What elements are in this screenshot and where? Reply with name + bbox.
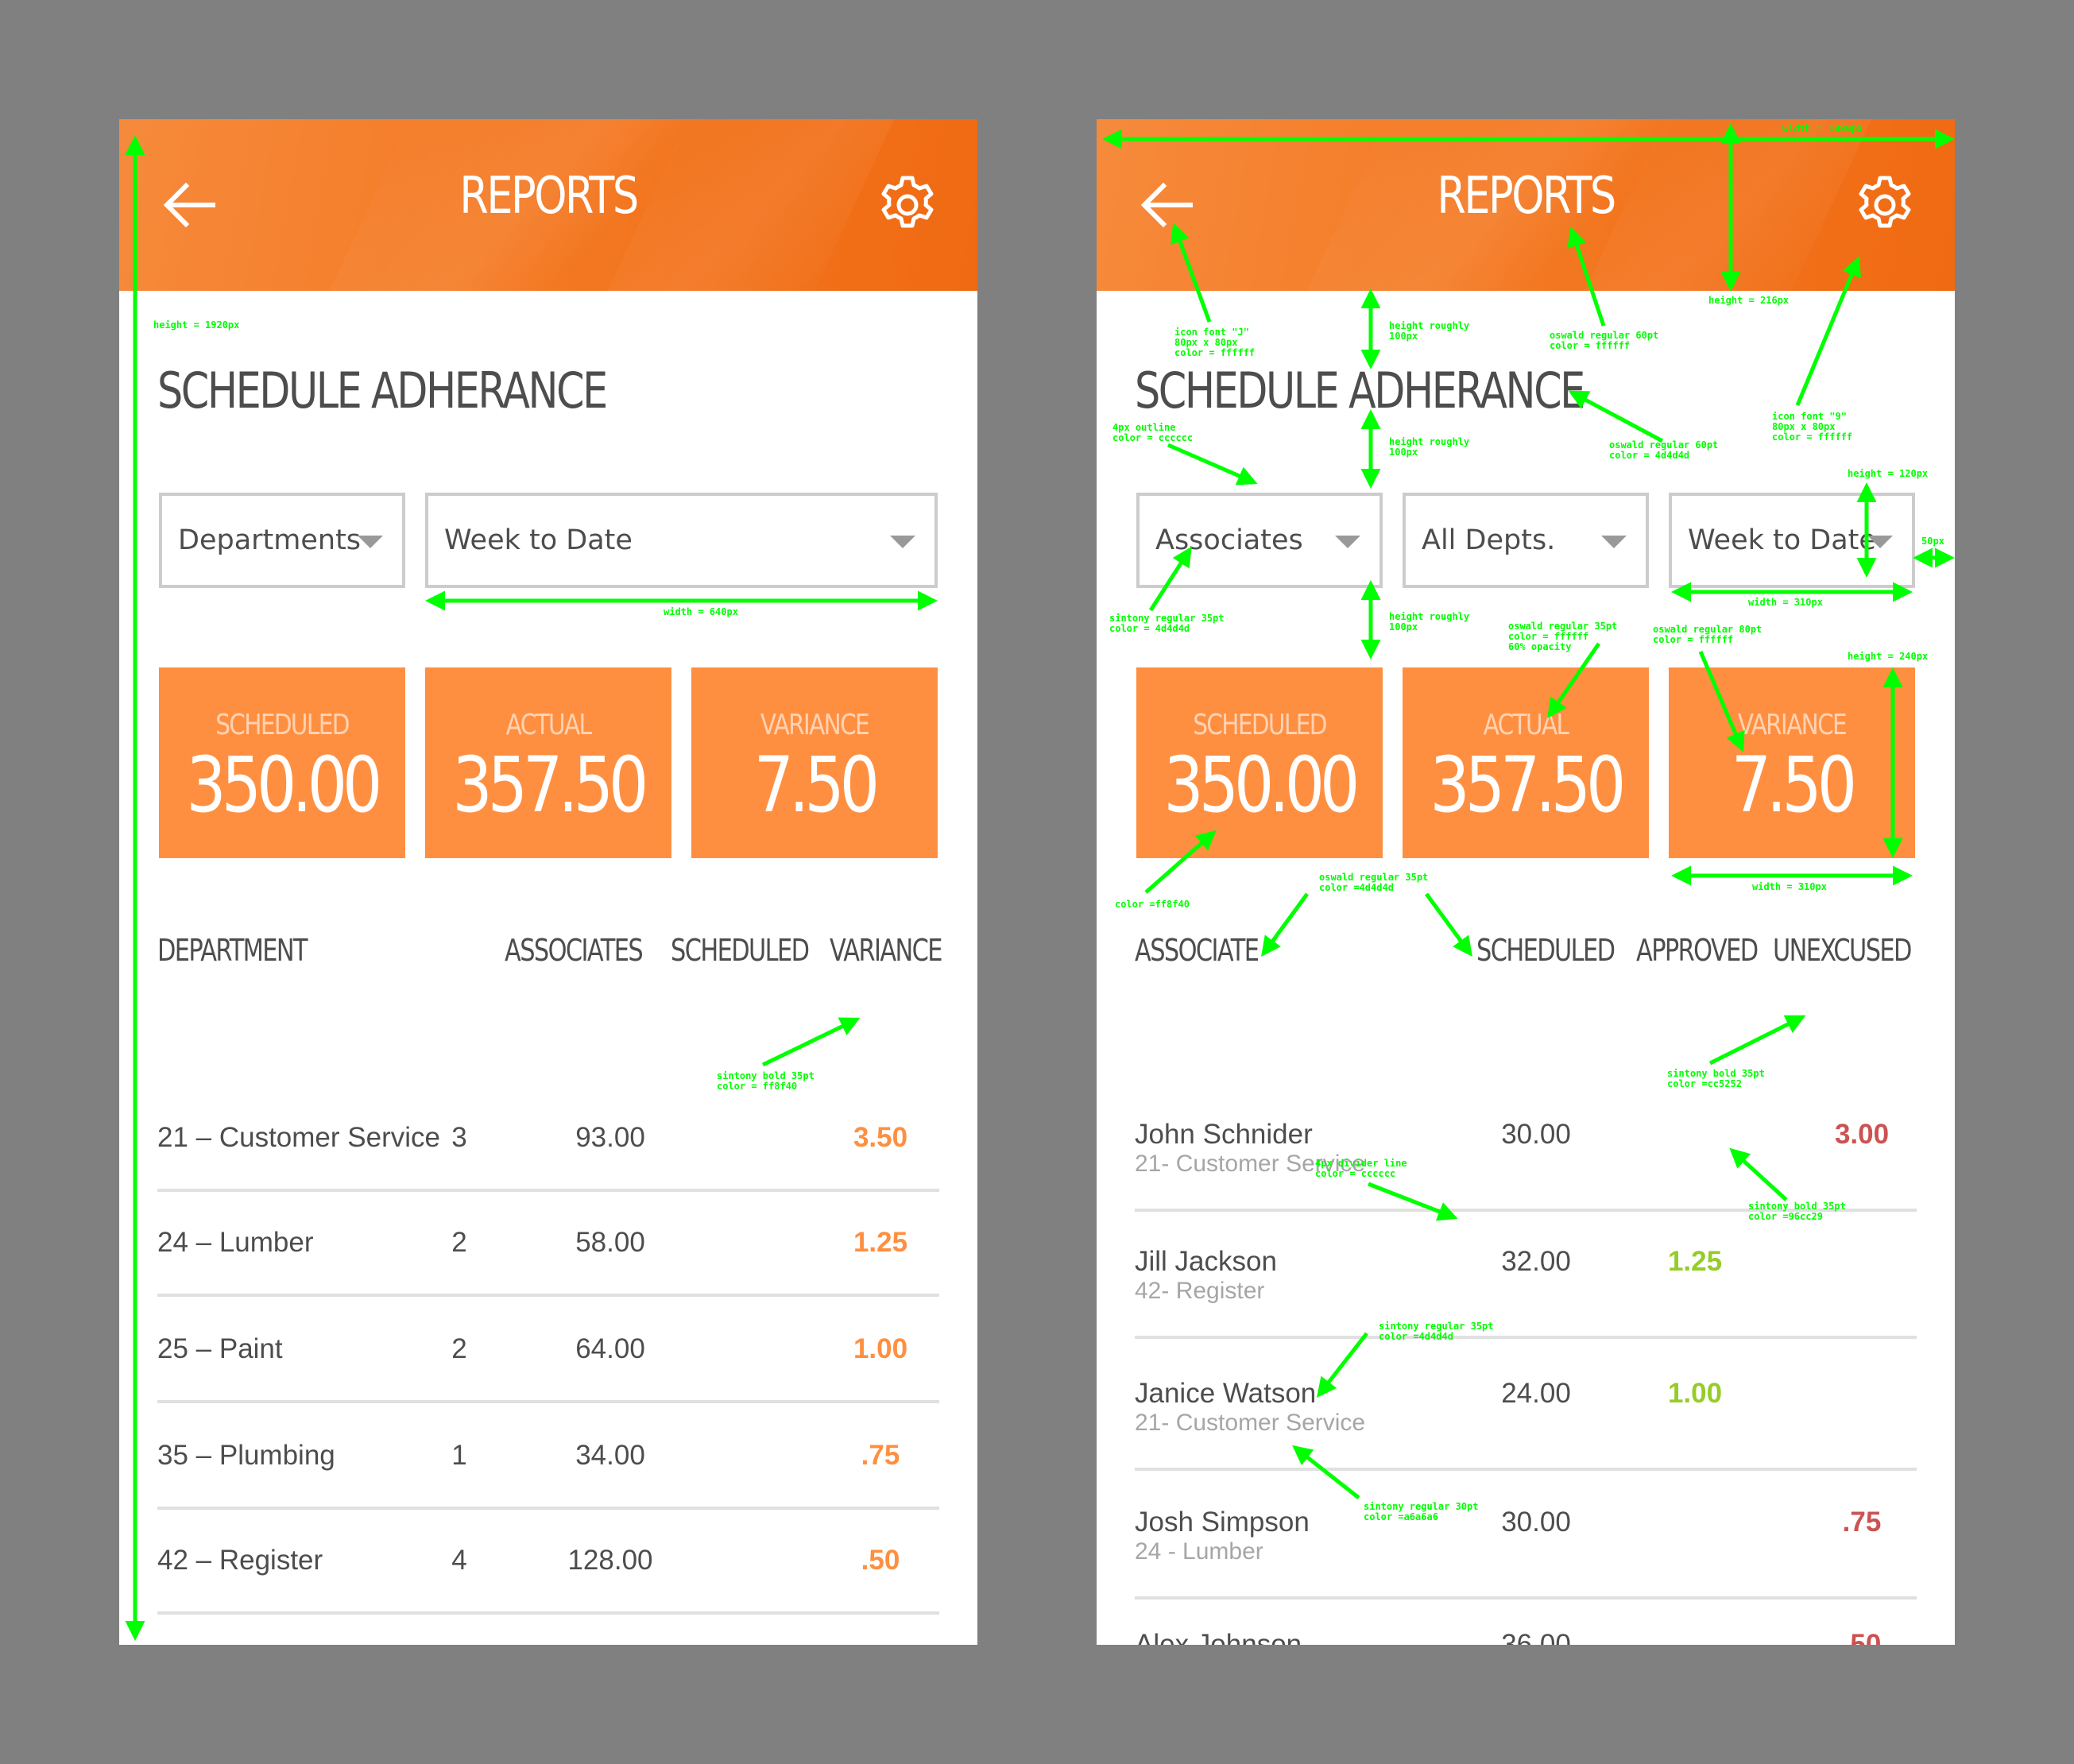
annotation-label: width = 640px [664,606,738,617]
annotation-label: icon font "9" 80px x 80px color = ffffff [1772,411,1853,443]
gear-icon-callout-arrow [1795,256,1861,406]
annotation-label: 50px [1921,536,1944,547]
col-head-callout-arrow [1261,892,1310,957]
annotation-label: oswald regular 60pt color = 4d4d4d [1609,439,1719,461]
settings-button[interactable] [876,173,939,237]
annotation-label: sintony bold 35pt color =96cc29 [1748,1201,1846,1222]
annotation-label: 4px outline color = cccccc [1112,422,1194,443]
annotation-label: sintony regular 35pt color =4d4d4d [1379,1321,1494,1342]
gear-icon [881,176,934,228]
name-font-callout-arrow [1316,1332,1368,1398]
annotation-label: color =ff8f40 [1115,899,1190,910]
annotation-label: sintony bold 35pt color =cc5252 [1667,1068,1765,1089]
annotation-label: width = 1080px [1782,123,1863,134]
stat-label-callout-arrow [1547,642,1601,719]
annotation-label: height roughly 100px [1389,320,1470,342]
stat-bg-callout-arrow [1144,830,1217,894]
annotation-label: 4px divider line color = cccccc [1315,1158,1407,1179]
unexcused-callout-arrow [1708,1015,1806,1066]
settings-button[interactable] [1853,173,1917,237]
annotation-label: width = 310px [1748,597,1823,608]
annotation-label: width = 310px [1752,881,1827,892]
annotation-label: oswald regular 35pt color = ffffff 60% o… [1508,621,1618,652]
annotation-label: height = 120px [1848,468,1929,479]
annotation-label: oswald regular 80pt color = ffffff [1653,624,1763,645]
annotation-label: icon font "J" 80px x 80px color = ffffff [1174,327,1256,358]
outline-callout-arrow [1167,443,1258,485]
annotation-label: height roughly 100px [1389,436,1470,458]
back-icon-callout-arrow [1170,222,1212,323]
dropdown-font-callout-arrow [1148,546,1192,612]
col-head-callout-arrow [1424,892,1472,957]
gear-icon [1859,176,1911,228]
annotation-label: oswald regular 60pt color = ffffff [1550,330,1659,351]
app-title: REPORTS [1437,167,1616,226]
annotation-label: sintony bold 35pt color = ff8f40 [717,1070,815,1092]
stat-value-callout-arrow [1698,651,1745,752]
annotation-label: height = 1920px [153,319,240,331]
annotation-label: oswald regular 35pt color =4d4d4d [1319,872,1429,893]
title-callout-arrow [1567,226,1606,327]
annotation-label: sintony regular 30pt color =a6a6a6 [1364,1501,1479,1522]
variance-callout-arrow [761,1017,861,1067]
annotation-label: sintony regular 35pt color = 4d4d4d [1109,613,1225,634]
subtext-callout-arrow [1292,1445,1360,1499]
annotation-label: height = 240px [1848,651,1929,662]
app-title: REPORTS [459,167,639,226]
approved-callout-arrow [1729,1147,1788,1201]
annotation-label: height = 216px [1708,295,1790,306]
page-title-callout-arrow [1568,390,1664,443]
annotation-label: height roughly 100px [1389,611,1470,632]
divider-callout-arrow [1368,1182,1458,1221]
